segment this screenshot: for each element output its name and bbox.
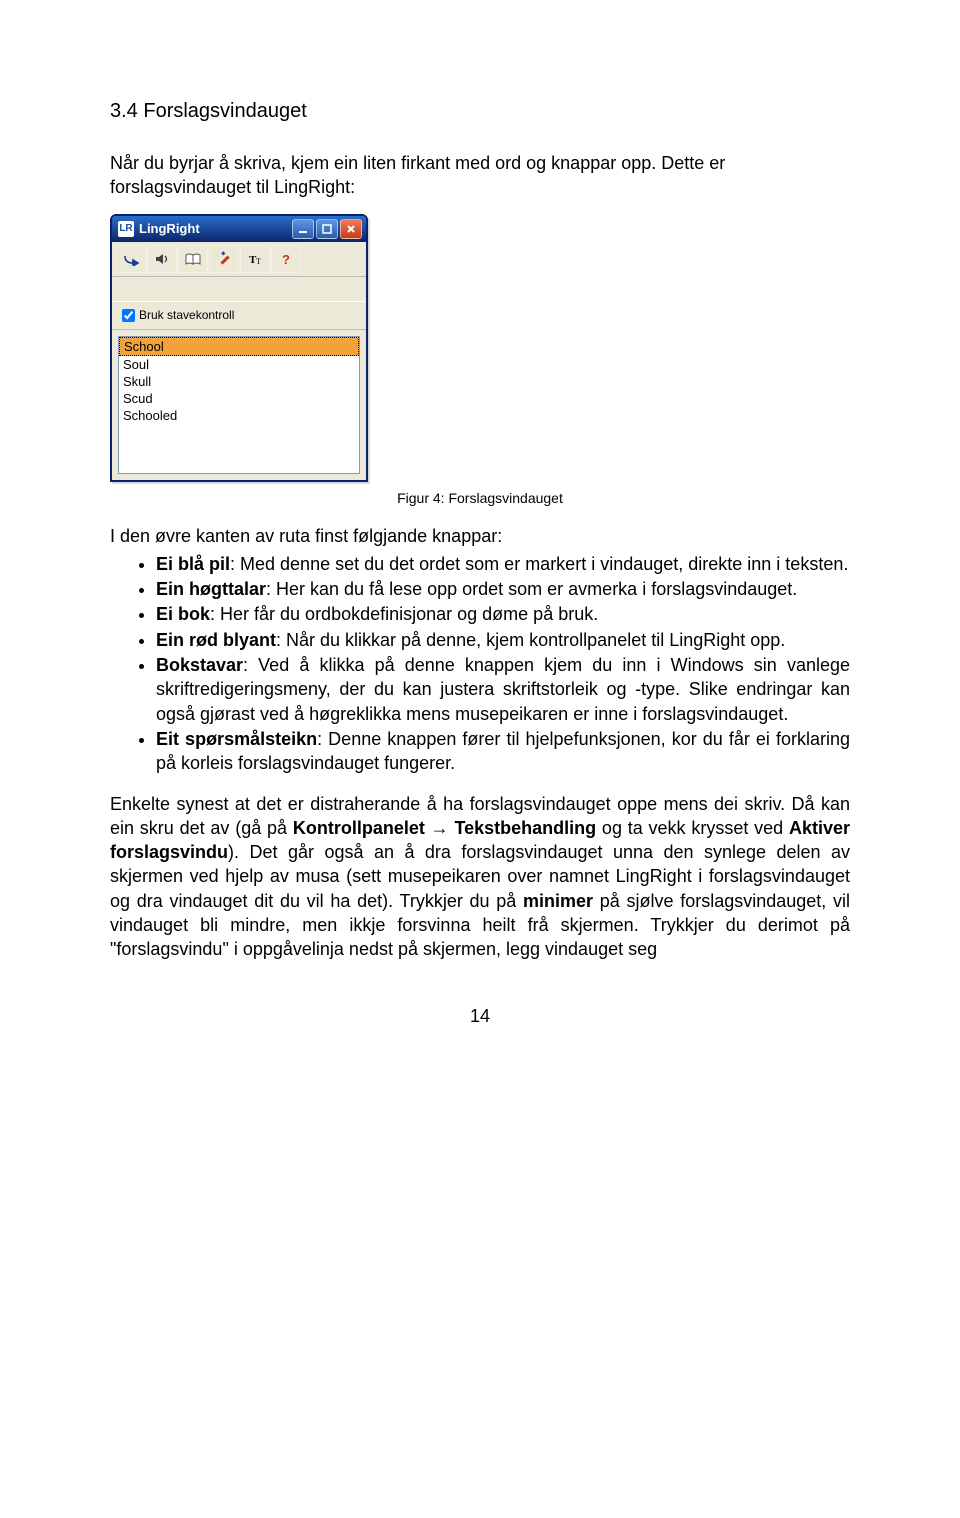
titlebar[interactable]: LR LingRight (112, 216, 366, 242)
font-button[interactable]: T T (240, 245, 270, 273)
list-item: Ein høgttalar: Her kan du få lese opp or… (156, 577, 850, 601)
list-item[interactable]: School (119, 337, 359, 356)
maximize-button[interactable] (316, 219, 338, 239)
lead-line: I den øvre kanten av ruta finst følgjand… (110, 524, 850, 548)
svg-text:T: T (256, 257, 261, 266)
close-button[interactable] (340, 219, 362, 239)
spellcheck-checkbox[interactable] (122, 309, 135, 322)
spellcheck-label[interactable]: Bruk stavekontroll (139, 308, 234, 322)
minimize-button[interactable] (292, 219, 314, 239)
svg-text:?: ? (282, 252, 290, 266)
list-item: Ei bok: Her får du ordbokdefinisjonar og… (156, 602, 850, 626)
toolbar: T T ? (112, 242, 366, 277)
spellcheck-row: Bruk stavekontroll (112, 301, 366, 330)
list-item: Bokstavar: Ved å klikka på denne knappen… (156, 653, 850, 726)
figure-wrapper: LR LingRight (110, 214, 850, 482)
list-item: Ein rød blyant: Når du klikkar på denne,… (156, 628, 850, 652)
bullet-list: Ei blå pil: Med denne set du det ordet s… (110, 552, 850, 776)
speaker-button[interactable] (147, 245, 177, 273)
figure-caption: Figur 4: Forslagsvindauget (110, 490, 850, 506)
suggestion-list[interactable]: School Soul Skull Scud Schooled (118, 336, 360, 474)
post-paragraph: Enkelte synest at det er distraherande å… (110, 792, 850, 962)
minimize-icon (298, 224, 308, 234)
maximize-icon (322, 224, 332, 234)
list-item[interactable]: Skull (119, 373, 359, 390)
window-title: LingRight (139, 221, 292, 236)
book-button[interactable] (178, 245, 208, 273)
lingright-window: LR LingRight (110, 214, 368, 482)
pencil-button[interactable] (209, 245, 239, 273)
book-icon (184, 252, 202, 266)
list-item[interactable]: Schooled (119, 407, 359, 424)
pencil-icon (216, 251, 232, 267)
list-item[interactable]: Soul (119, 356, 359, 373)
list-item[interactable]: Scud (119, 390, 359, 407)
arrow-icon (122, 252, 140, 266)
letters-icon: T T (247, 252, 263, 266)
list-item: Eit spørsmålsteikn: Denne knappen fører … (156, 727, 850, 776)
insert-arrow-button[interactable] (116, 245, 146, 273)
close-icon (346, 224, 356, 234)
speaker-icon (154, 252, 170, 266)
section-title: 3.4 Forslagsvindauget (110, 100, 850, 123)
app-icon: LR (118, 221, 134, 237)
question-icon: ? (279, 252, 293, 266)
help-button[interactable]: ? (271, 245, 301, 273)
intro-paragraph: Når du byrjar å skriva, kjem ein liten f… (110, 151, 850, 200)
page-number: 14 (110, 1006, 850, 1027)
list-item: Ei blå pil: Med denne set du det ordet s… (156, 552, 850, 576)
